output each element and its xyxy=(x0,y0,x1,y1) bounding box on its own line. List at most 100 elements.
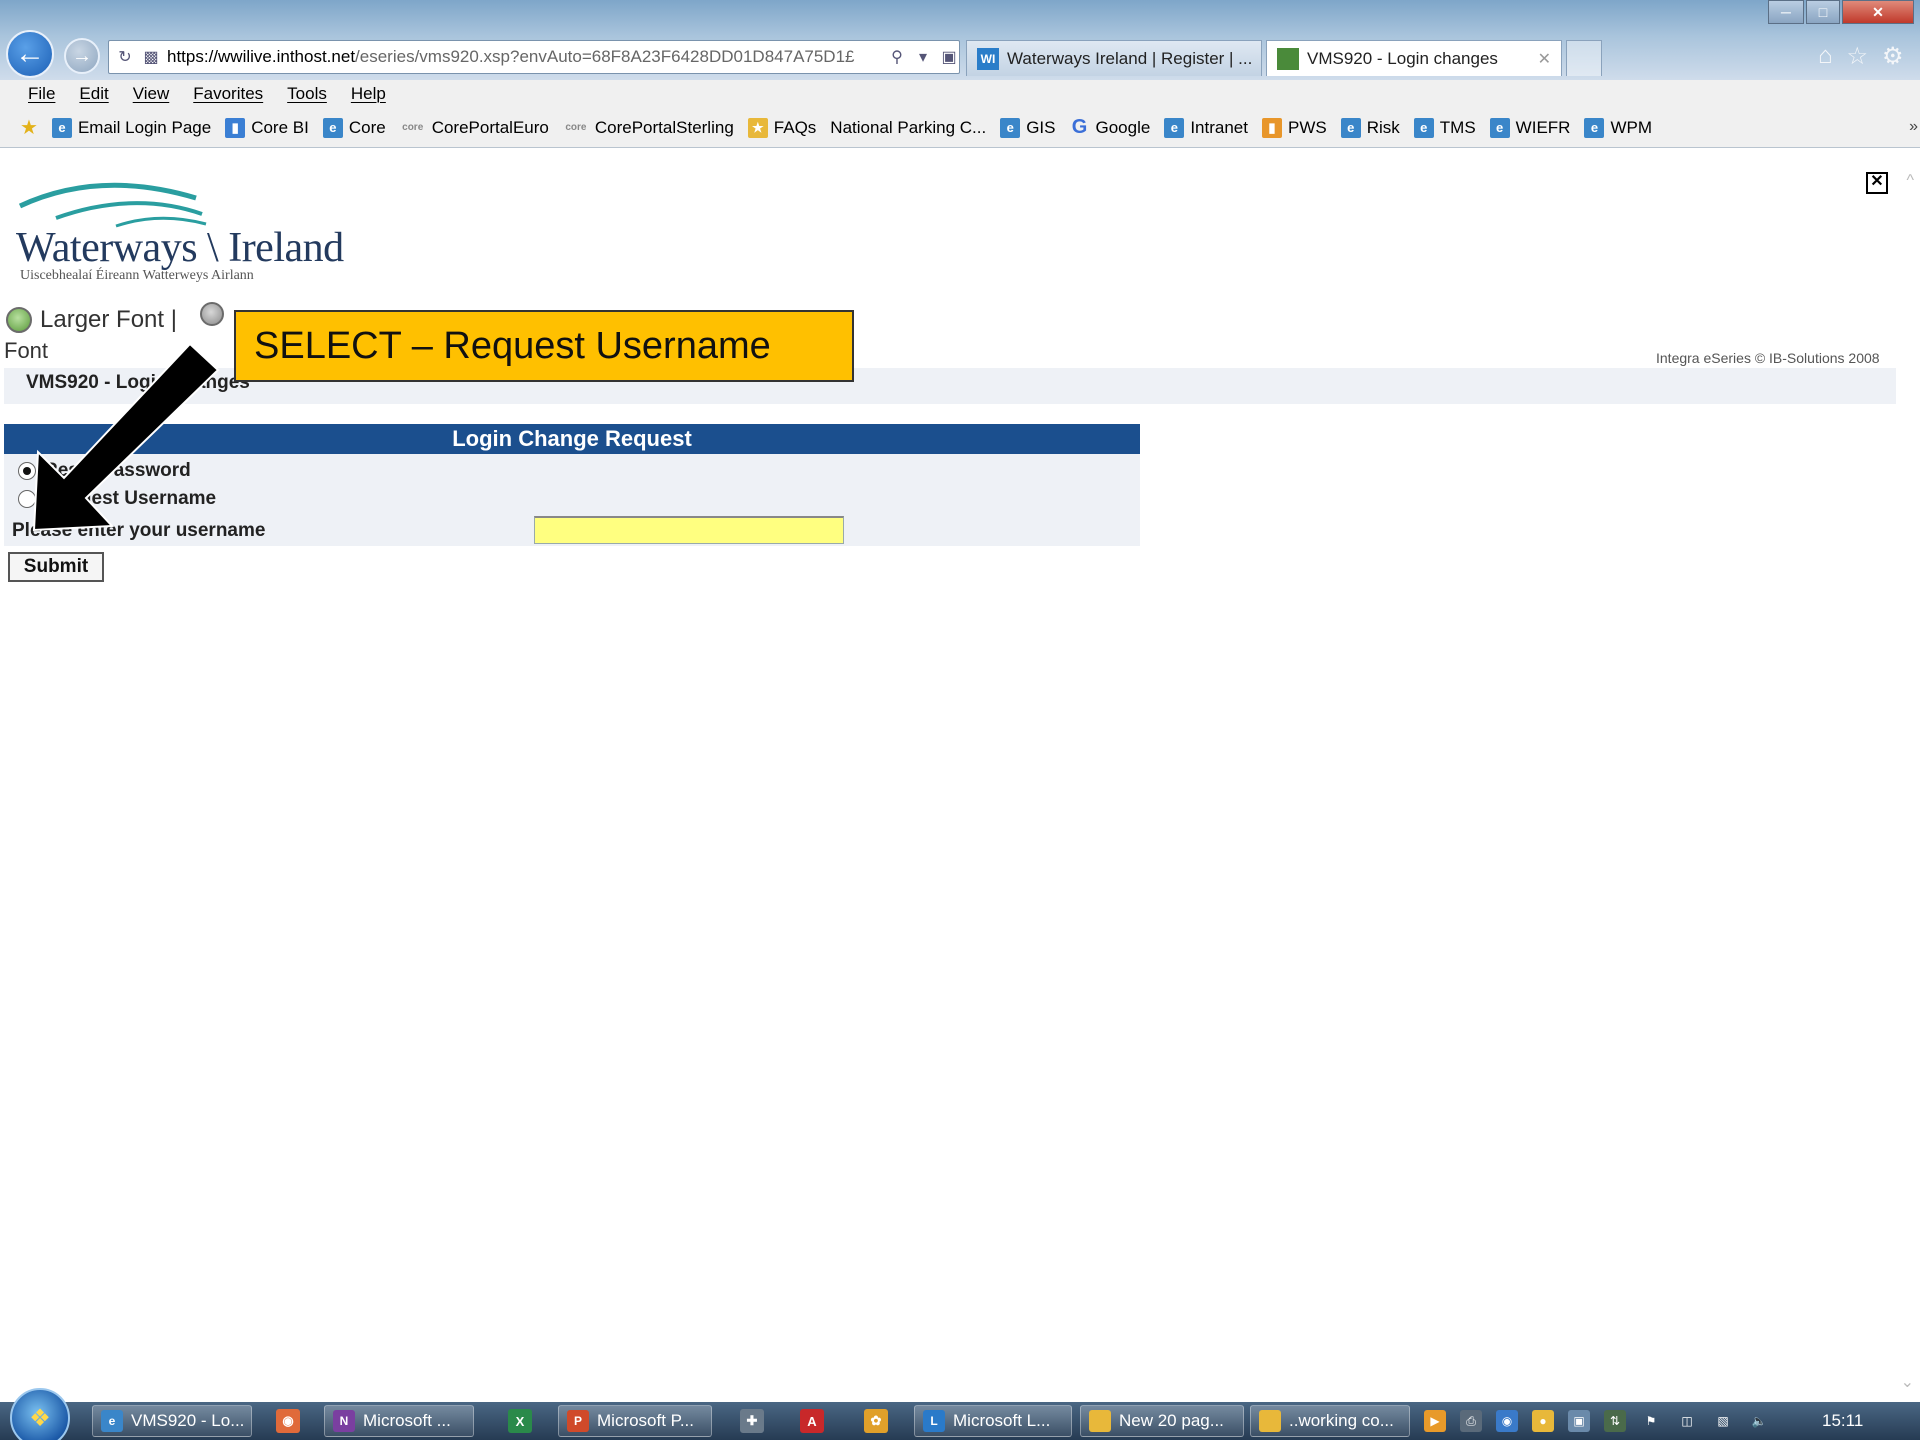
menu-help[interactable]: Help xyxy=(351,84,386,104)
taskbar-vms920[interactable]: e VMS920 - Lo... xyxy=(92,1405,252,1437)
back-button[interactable]: ← xyxy=(6,30,54,78)
favorite-coreportaleuro[interactable]: core CorePortalEuro xyxy=(400,118,549,138)
lock-icon[interactable]: ▣ xyxy=(939,47,959,67)
tab-label: VMS920 - Login changes xyxy=(1307,48,1498,68)
tab-waterways-register[interactable]: WI Waterways Ireland | Register | ... xyxy=(966,40,1262,76)
onenote-icon: N xyxy=(333,1410,355,1432)
flag-icon[interactable]: ⚑ xyxy=(1640,1410,1662,1432)
maximize-button[interactable]: □ xyxy=(1806,0,1840,24)
favorite-pws[interactable]: ▮ PWS xyxy=(1261,117,1327,138)
page-content: ✕ ^ Waterways \ Ireland Uiscebhealaí Éir… xyxy=(0,150,1920,1402)
taskbar-working-copy[interactable]: ..working co... xyxy=(1250,1405,1410,1437)
folder-icon xyxy=(1089,1410,1111,1432)
search-icon[interactable]: ⚲ xyxy=(887,47,907,67)
address-bar[interactable]: ↻ ▩ https://wwilive.inthost.net/eseries/… xyxy=(108,40,960,74)
home-icon[interactable]: ⌂ xyxy=(1818,42,1833,71)
browser-titlebar: ← → ↻ ▩ https://wwilive.inthost.net/eser… xyxy=(0,0,1920,80)
favorites-bar: ★ e Email Login Page ▮ Core BI e Core core C… xyxy=(0,108,1920,148)
ie-page-icon: e xyxy=(1489,117,1510,138)
favorite-google[interactable]: G Google xyxy=(1070,116,1151,138)
favorite-faqs[interactable]: ★ FAQs xyxy=(747,117,816,138)
taskbar-microsoft-powerpoint[interactable]: P Microsoft P... xyxy=(558,1405,712,1437)
page-favicon-icon: ▩ xyxy=(143,49,159,66)
battery-icon[interactable]: ▧ xyxy=(1712,1410,1734,1432)
favorite-core-bi[interactable]: ▮ Core BI xyxy=(225,117,309,138)
ie-page-icon: e xyxy=(1340,117,1361,138)
logo-name: Waterways \ Ireland xyxy=(16,225,344,271)
favorite-national-parking[interactable]: National Parking C... xyxy=(830,118,986,138)
scroll-down-icon[interactable]: ⌄ xyxy=(1901,1372,1914,1392)
network-icon[interactable]: ⇅ xyxy=(1604,1410,1626,1432)
taskbar-microsoft-lync[interactable]: L Microsoft L... xyxy=(914,1405,1072,1437)
gear-icon[interactable]: ⚙ xyxy=(1882,42,1904,71)
windows-taskbar: ❖ e VMS920 - Lo... ◉ N Microsoft ... X P… xyxy=(0,1388,1920,1440)
favorite-coreportalsterling[interactable]: core CorePortalSterling xyxy=(563,118,733,138)
taskbar-new-20-pages[interactable]: New 20 pag... xyxy=(1080,1405,1244,1437)
favorites-star-icon[interactable]: ☆ xyxy=(1847,42,1869,71)
tab-vms920[interactable]: VMS920 - Login changes ✕ xyxy=(1266,40,1562,76)
faq-icon: ★ xyxy=(747,117,768,138)
menu-tools[interactable]: Tools xyxy=(287,84,327,104)
favorite-tms[interactable]: e TMS xyxy=(1413,117,1476,138)
close-window-button[interactable]: ✕ xyxy=(1842,0,1914,24)
app-icon[interactable]: ✚ xyxy=(740,1409,764,1433)
logo-subtitle: Uiscebhealaí Éireann Watterweys Airlann xyxy=(20,268,254,283)
ie-page-icon: e xyxy=(1164,117,1185,138)
favorites-star-icon[interactable]: ★ xyxy=(20,115,38,140)
submit-button[interactable]: Submit xyxy=(8,552,104,582)
vms-favicon-icon xyxy=(1277,47,1299,70)
taskbar-microsoft-onenote[interactable]: N Microsoft ... xyxy=(324,1405,474,1437)
instruction-callout: SELECT – Request Username xyxy=(234,310,854,382)
scroll-up-icon[interactable]: ^ xyxy=(1906,172,1914,190)
favorite-wpm[interactable]: e WPM xyxy=(1584,117,1652,138)
favorite-email-login[interactable]: e Email Login Page xyxy=(51,117,211,138)
security-icon[interactable]: ◉ xyxy=(1496,1410,1518,1432)
folder-icon xyxy=(1259,1410,1281,1432)
google-icon: G xyxy=(1071,116,1088,138)
url-text[interactable]: https://wwilive.inthost.net/eseries/vms9… xyxy=(167,47,881,67)
sunflower-icon[interactable]: ✿ xyxy=(864,1409,888,1433)
display-icon[interactable]: ◫ xyxy=(1676,1410,1698,1432)
volume-icon[interactable]: 🔈 xyxy=(1748,1410,1770,1432)
chrome-icon[interactable]: ◉ xyxy=(276,1409,300,1433)
forward-button[interactable]: → xyxy=(64,38,100,74)
clock[interactable]: 15:11 xyxy=(1822,1411,1863,1431)
favorite-intranet[interactable]: e Intranet xyxy=(1164,117,1248,138)
bar-chart-icon: ▮ xyxy=(225,117,246,138)
lync-icon: L xyxy=(923,1410,945,1432)
messenger-icon[interactable]: ● xyxy=(1532,1410,1554,1432)
menu-file[interactable]: File xyxy=(28,84,55,104)
monitor-icon[interactable]: ▣ xyxy=(1568,1410,1590,1432)
ie-icon: e xyxy=(101,1410,123,1432)
core-icon: core xyxy=(402,122,424,133)
ie-page-icon: e xyxy=(1413,117,1434,138)
favorite-risk[interactable]: e Risk xyxy=(1340,117,1400,138)
menu-view[interactable]: View xyxy=(133,84,170,104)
printer-icon[interactable]: ⎙ xyxy=(1460,1410,1482,1432)
menu-edit[interactable]: Edit xyxy=(79,84,108,104)
tab-close-icon[interactable]: ✕ xyxy=(1538,49,1551,69)
favorite-core[interactable]: e Core xyxy=(322,117,386,138)
acrobat-icon[interactable]: A xyxy=(800,1409,824,1433)
refresh-icon[interactable]: ↻ xyxy=(115,47,135,67)
browser-right-icons: ⌂ ☆ ⚙ xyxy=(1818,42,1904,71)
excel-icon[interactable]: X xyxy=(508,1409,532,1433)
chevron-right-icon[interactable]: » xyxy=(1909,118,1918,136)
favorite-wiefr[interactable]: e WIEFR xyxy=(1489,117,1570,138)
close-icon[interactable]: ✕ xyxy=(1866,172,1888,194)
new-tab-button[interactable] xyxy=(1566,40,1602,76)
ie-page-icon: e xyxy=(322,117,343,138)
minimize-button[interactable]: ─ xyxy=(1768,0,1804,24)
start-button[interactable]: ❖ xyxy=(10,1388,70,1440)
zoom-out-icon[interactable] xyxy=(200,302,224,326)
tray-app-icon[interactable]: ▶ xyxy=(1424,1410,1446,1432)
system-tray: ▶ ⎙ ◉ ● ▣ ⇅ ⚑ ◫ ▧ 🔈 xyxy=(1424,1410,1770,1432)
favorite-gis[interactable]: e GIS xyxy=(1000,117,1056,138)
core-icon: core xyxy=(565,122,587,133)
dropdown-arrow-icon[interactable]: ▾ xyxy=(913,47,933,67)
tab-label: Waterways Ireland | Register | ... xyxy=(1007,48,1253,68)
waterways-favicon-icon: WI xyxy=(977,47,999,70)
pws-icon: ▮ xyxy=(1261,117,1282,138)
menu-favorites[interactable]: Favorites xyxy=(193,84,263,104)
username-input[interactable] xyxy=(534,516,844,544)
